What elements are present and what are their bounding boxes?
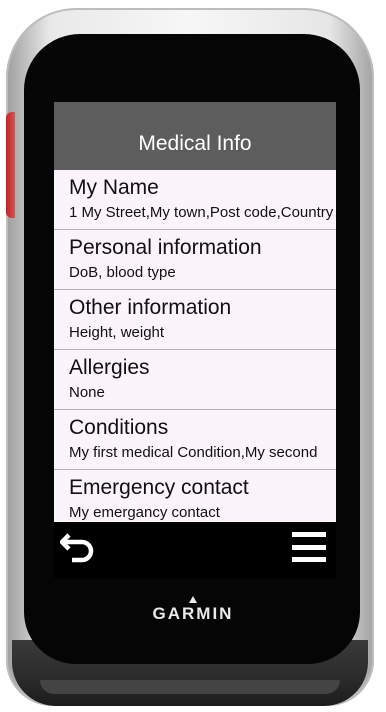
list-item-title: Personal information (69, 236, 262, 259)
list-item-title: Other information (69, 296, 232, 319)
page-title: Medical Info (54, 102, 336, 170)
hamburger-menu-icon (292, 544, 326, 550)
list-item-title: My Name (69, 176, 159, 199)
list-item-subtitle: DoB, blood type (69, 264, 176, 281)
list-item-title: Allergies (69, 356, 150, 379)
medical-info-list: My Name 1 My Street,My town,Post code,Co… (54, 170, 336, 522)
list-item-emergency-contact[interactable]: Emergency contact My emergancy contact (54, 470, 336, 522)
menu-button[interactable] (292, 532, 330, 562)
list-item-my-name[interactable]: My Name 1 My Street,My town,Post code,Co… (54, 170, 336, 230)
device-bottom-ridge (40, 680, 340, 694)
list-item-subtitle: My emergancy contact (69, 504, 220, 521)
list-item-subtitle: Height, weight (69, 324, 165, 341)
side-power-button[interactable] (6, 112, 15, 218)
back-arrow-icon (60, 533, 94, 563)
list-item-allergies[interactable]: Allergies None (54, 350, 336, 410)
list-item-personal-information[interactable]: Personal information DoB, blood type (54, 230, 336, 290)
brand-logo: GARMIN (140, 596, 246, 632)
list-item-subtitle: 1 My Street,My town,Post code,Country (69, 204, 334, 221)
list-item-title: Emergency contact (69, 476, 249, 499)
hamburger-menu-icon (292, 557, 326, 562)
list-item-conditions[interactable]: Conditions My first medical Condition,My… (54, 410, 336, 470)
back-button[interactable] (58, 528, 98, 564)
device-screen: Medical Info My Name 1 My Street,My town… (54, 102, 336, 522)
list-item-subtitle: My first medical Condition,My second (69, 444, 318, 461)
list-item-other-information[interactable]: Other information Height, weight (54, 290, 336, 350)
brand-logo-text: GARMIN (152, 604, 234, 623)
list-item-title: Conditions (69, 416, 169, 439)
list-item-subtitle: None (69, 384, 105, 401)
hamburger-menu-icon (292, 532, 326, 537)
logo-triangle-icon (189, 596, 197, 603)
